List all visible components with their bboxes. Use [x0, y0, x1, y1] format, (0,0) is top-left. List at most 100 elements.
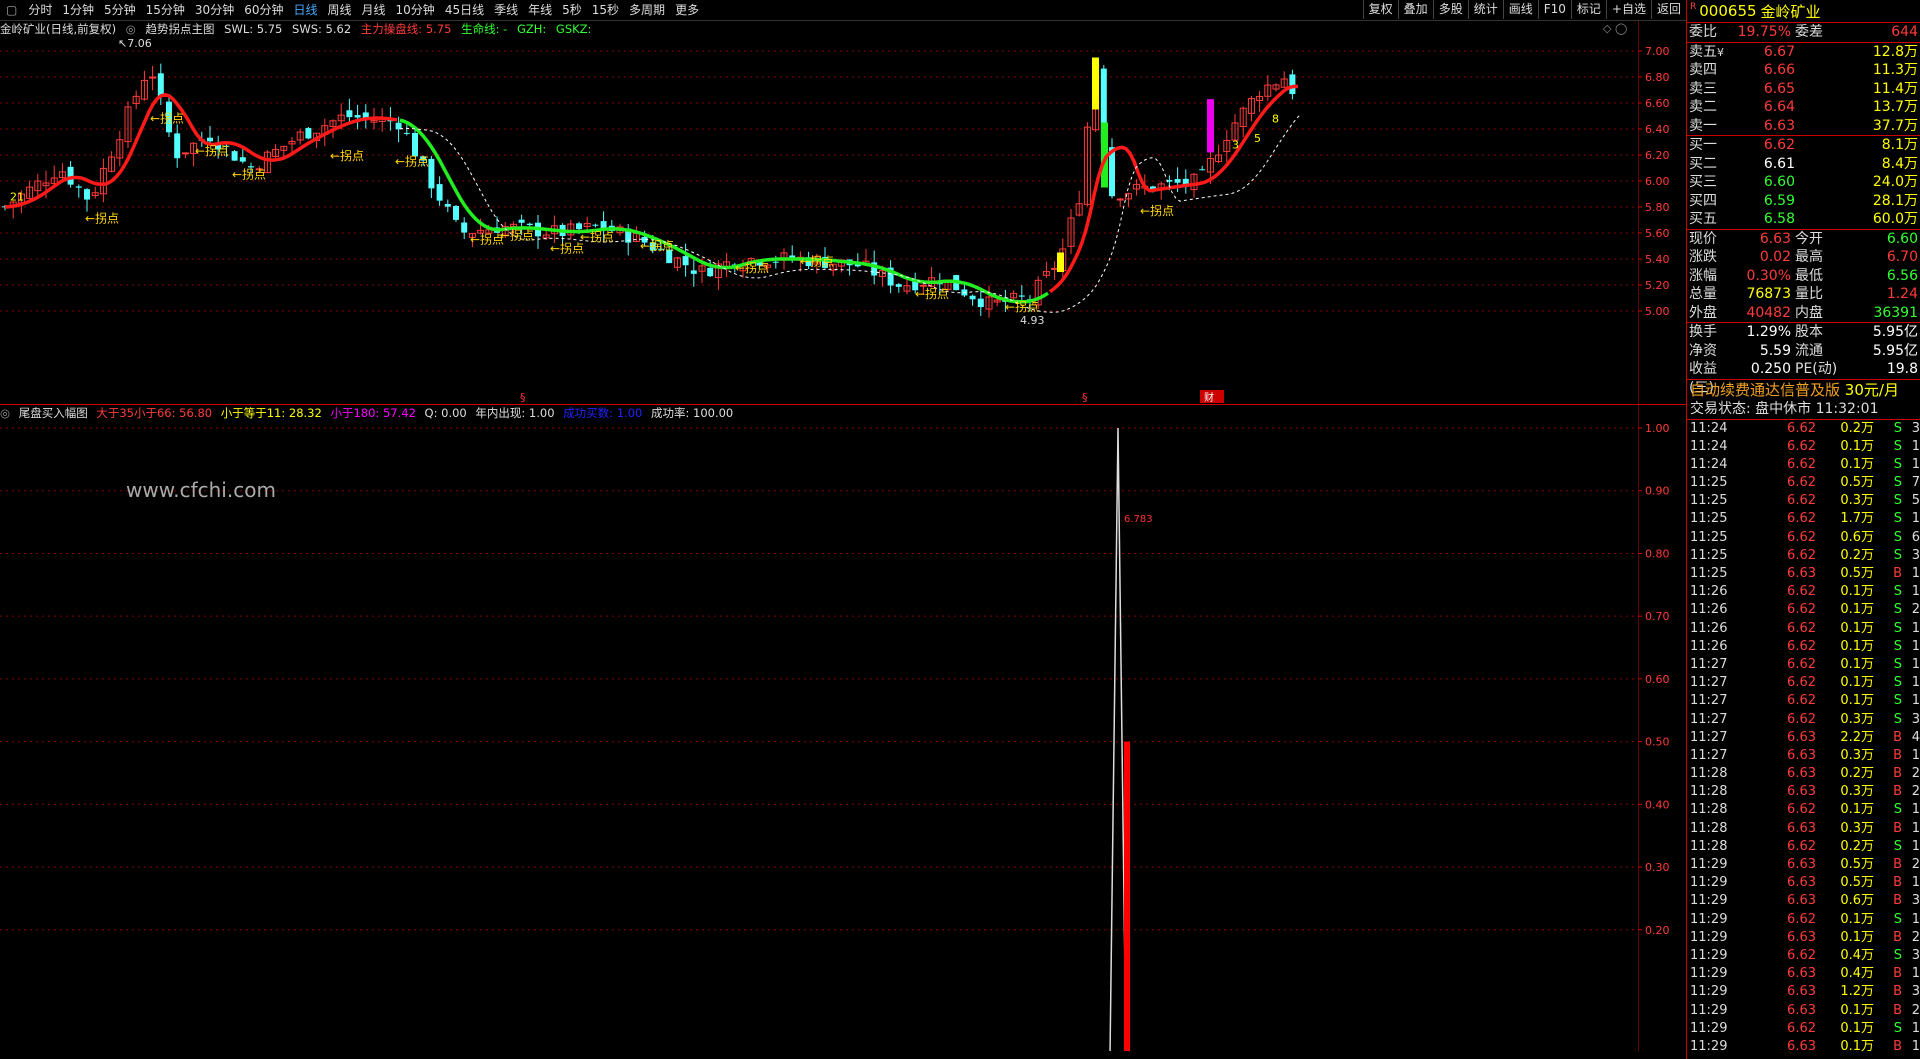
- candle-down: [977, 298, 984, 308]
- period-tab[interactable]: 周线: [323, 0, 357, 20]
- kline-chart[interactable]: ←拐点←拐点←拐点←拐点←拐点 ←拐点←拐点←拐点←拐点←拐点←拐点←拐点 ←拐点←…: [0, 37, 1638, 404]
- sub-indicator-settings-icon[interactable]: ◎: [0, 406, 10, 420]
- candle-down: [412, 132, 418, 157]
- quote-row: 外盘 40482 内盘 36391: [1689, 304, 1918, 321]
- ask-row[interactable]: 卖五¥ 6.67 12.8万: [1687, 43, 1920, 62]
- gzh-value: GZH:: [516, 22, 547, 36]
- count-label: 3: [1232, 139, 1239, 152]
- sub-signal-line: [1109, 427, 1127, 1051]
- tick-row: 11:26 6.62 0.1万 S 1: [1690, 584, 1920, 600]
- indicator-settings-icon[interactable]: ◎: [126, 22, 136, 36]
- tick-row: 11:28 6.63 0.2万 B 2: [1690, 766, 1920, 782]
- toolbar-button[interactable]: 标记: [1570, 0, 1606, 19]
- sub-tick-label: 0.20: [1645, 924, 1670, 937]
- tick-row: 11:24 6.62 0.1万 S 1: [1690, 438, 1920, 454]
- toolbar-button[interactable]: 统计: [1467, 0, 1503, 19]
- period-tab[interactable]: 日线: [288, 0, 322, 20]
- period-tab[interactable]: 分时: [23, 0, 57, 20]
- bid-row[interactable]: 买三 6.60 24.0万: [1687, 173, 1920, 192]
- period-tab[interactable]: 5秒: [557, 0, 587, 20]
- period-tab[interactable]: 1分钟: [57, 0, 99, 20]
- count-label: 8: [1272, 113, 1279, 126]
- sub-indicator-chart[interactable]: 6.783: [0, 421, 1638, 1051]
- candle-down: [75, 186, 82, 188]
- order-diff-value: 644: [1891, 24, 1918, 40]
- bid-row[interactable]: 买一 6.62 8.1万: [1687, 136, 1920, 155]
- price-tick-label: 6.80: [1645, 71, 1670, 84]
- candle-down: [1174, 179, 1181, 183]
- period-tab[interactable]: 15分钟: [141, 0, 190, 20]
- tick-row: 11:28 6.62 0.1万 S 1: [1690, 802, 1920, 818]
- period-tab[interactable]: 10分钟: [391, 0, 440, 20]
- candle-up: [1116, 198, 1124, 201]
- stock-title: 金岭矿业(日线,前复权): [0, 22, 117, 36]
- ask-row[interactable]: 卖一 6.63 37.7万: [1687, 117, 1920, 136]
- count-label: 21: [10, 191, 24, 204]
- sub-indicator-name[interactable]: 尾盘买入幅图: [19, 406, 88, 420]
- indicator-name[interactable]: 趋势拐点主图: [146, 22, 215, 36]
- quote-panel: R 000655 金岭矿业 委比 19.75% 委差 644 卖五¥ 6.67 12…: [1687, 0, 1920, 1059]
- period-tab[interactable]: 30分钟: [190, 0, 239, 20]
- ask-row[interactable]: 卖四 6.66 11.3万: [1687, 61, 1920, 80]
- bid-row[interactable]: 买五 6.58 60.0万: [1687, 210, 1920, 229]
- turn-point-label: ←拐点: [232, 166, 266, 181]
- turn-point-label: ←拐点: [550, 241, 584, 256]
- period-tab[interactable]: 月线: [357, 0, 391, 20]
- sub-value-year: 年内出现: 1.00: [475, 406, 555, 420]
- turn-point-label: ←拐点: [640, 238, 674, 253]
- candle-down: [1199, 169, 1206, 171]
- toolbar-button[interactable]: 画线: [1502, 0, 1538, 19]
- period-tabs: 分时 1分钟 5分钟 15分钟 30分钟 60分钟 日线 周线 月线 10分钟 45日线 季线 年线 5秒…: [23, 0, 704, 20]
- tick-row: 11:27 6.62 0.3万 S 3: [1690, 711, 1920, 727]
- turn-point-label: ←拐点: [330, 148, 364, 163]
- period-tab[interactable]: 15秒: [587, 0, 624, 20]
- bid-row[interactable]: 买四 6.59 28.1万: [1687, 192, 1920, 211]
- signal-candle-yellow: [1092, 57, 1099, 110]
- quote-row: 现价 6.63 今开 6.60: [1689, 230, 1918, 247]
- period-tab[interactable]: 60分钟: [239, 0, 288, 20]
- toolbar-button[interactable]: 叠加: [1397, 0, 1433, 19]
- tick-row: 11:29 6.63 0.5万 B 1: [1690, 875, 1920, 891]
- sub-axis: 1.00 0.90 0.80 0.70 0.60 0.50 0.40 0.30 0.20: [1638, 405, 1670, 1051]
- chart-corner-icons[interactable]: ◇ ◯: [1603, 22, 1627, 35]
- tick-row: 11:29 6.63 0.1万 B 1: [1690, 1038, 1920, 1054]
- tick-list[interactable]: 11:24 6.62 0.2万 S 3 11:24 6.62 0.1万 S 1 11:24 6.62 0…: [1687, 420, 1920, 1057]
- turn-point-label: ←拐点: [580, 229, 614, 244]
- bid-row[interactable]: 买二 6.61 8.4万: [1687, 155, 1920, 174]
- period-tab[interactable]: 年线: [523, 0, 557, 20]
- candle-down: [444, 204, 451, 207]
- period-tab[interactable]: 更多: [670, 0, 704, 20]
- toolbar-button[interactable]: F10: [1537, 0, 1571, 19]
- period-tab[interactable]: 45日线: [440, 0, 489, 20]
- candle-down: [1289, 74, 1296, 95]
- ask-row[interactable]: 卖二 6.64 13.7万: [1687, 98, 1920, 117]
- period-tab[interactable]: 5分钟: [99, 0, 141, 20]
- quote-row: 涨幅 0.30% 最低 6.56: [1689, 267, 1918, 284]
- bid-book: 买一 6.62 8.1万 买二 6.61 8.4万 买三 6.60 24.0万 买四 6.59 28.…: [1687, 136, 1920, 229]
- candle-up: [149, 76, 157, 79]
- stock-header[interactable]: R 000655 金岭矿业: [1687, 0, 1920, 22]
- sub-value-a: 大于35小于66: 56.80: [96, 406, 213, 420]
- toolbar-button[interactable]: 多股: [1432, 0, 1468, 19]
- turn-point-label: ←拐点: [500, 228, 534, 243]
- chart-toggle-icon[interactable]: ▢: [0, 0, 23, 20]
- ask-row[interactable]: 卖三 6.65 11.4万: [1687, 80, 1920, 99]
- toolbar-button[interactable]: 返回: [1650, 0, 1686, 19]
- candle-down: [969, 295, 976, 300]
- promo-banner[interactable]: 自动续费通达信普及版 30元/月: [1687, 380, 1920, 400]
- stock-code: 000655: [1699, 2, 1757, 20]
- sub-tick-label: 0.80: [1645, 547, 1670, 560]
- toolbar-button[interactable]: 复权: [1362, 0, 1398, 19]
- turn-point-label: ←拐点: [800, 254, 834, 269]
- order-diff-label: 委差: [1795, 24, 1823, 40]
- sub-tick-label: 0.70: [1645, 610, 1670, 623]
- period-tab[interactable]: 多周期: [624, 0, 670, 20]
- period-tab[interactable]: 季线: [489, 0, 523, 20]
- tick-row: 11:27 6.62 0.1万 S 1: [1690, 656, 1920, 672]
- toolbar-button[interactable]: +自选: [1605, 0, 1651, 19]
- tick-row: 11:28 6.62 0.2万 S 1: [1690, 838, 1920, 854]
- price-tick-label: 6.40: [1645, 123, 1670, 136]
- price-tick-label: 5.20: [1645, 279, 1670, 292]
- count-label: 5: [1254, 132, 1261, 145]
- tick-row: 11:27 6.63 2.2万 B 4: [1690, 729, 1920, 745]
